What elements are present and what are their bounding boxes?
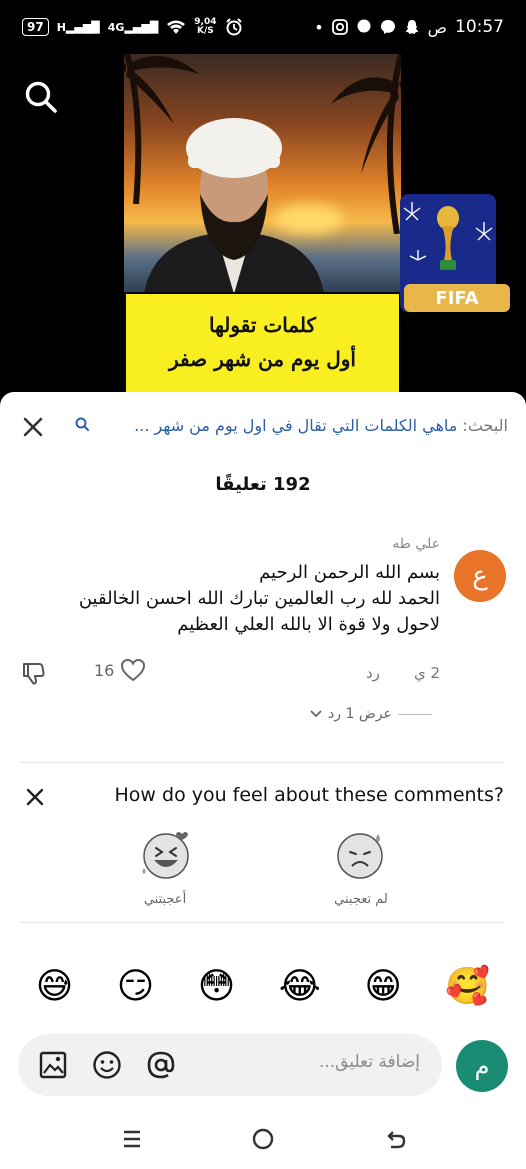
home-icon[interactable] (251, 1127, 275, 1151)
comment-text: بسم الله الرحمن الرحيم الحمد لله رب العا… (20, 560, 440, 638)
reply-button[interactable]: رد (366, 664, 380, 682)
comment-line: لاحول ولا قوة الا بالله العلي العظيم (177, 614, 440, 635)
feedback-option-label: لم تعجبني (334, 892, 388, 907)
quick-emoji[interactable]: 😅 (36, 962, 74, 1012)
cleric-portrait-image (144, 118, 324, 294)
notification-dot-icon: • (314, 17, 324, 37)
wifi-icon (167, 20, 186, 34)
feedback-option-label: أعجبتني (143, 892, 187, 907)
sad-face-icon (337, 833, 383, 879)
search-query-link[interactable]: البحث: ماهي الكلمات التي تقال في اول يوم… (134, 416, 508, 435)
alarm-icon (225, 18, 242, 36)
network-type-4g: 4G▂▄▆█ (107, 20, 159, 34)
quick-emoji[interactable]: 🥰 (445, 962, 490, 1012)
instagram-icon (331, 19, 348, 35)
comment-input[interactable]: إضافة تعليق... (18, 1034, 442, 1096)
like-count: 16 (94, 660, 115, 680)
comment-input-placeholder: إضافة تعليق... (318, 1052, 420, 1072)
feedback-option-dislike[interactable]: لم تعجبني (316, 828, 406, 907)
mention-icon[interactable] (146, 1050, 176, 1080)
chevron-down-icon (310, 710, 322, 718)
search-prefix-label: البحث: (462, 416, 508, 435)
status-bar: 97 H▂▄▆█ 4G▂▄▆█ 9,04 K/S • ص 10:57 (0, 0, 526, 54)
feedback-question: How do you feel about these comments? (114, 784, 504, 806)
recent-apps-icon[interactable] (120, 1127, 144, 1151)
palm-tree-right-image (331, 54, 401, 234)
comment-line: الحمد لله رب العالمين تبارك الله احسن ال… (78, 588, 440, 609)
replies-divider-line (397, 713, 432, 715)
video-player[interactable]: كلمات تقولها أول يوم من شهر صفر FIFA (0, 54, 526, 394)
caption-line-2: أول يوم من شهر صفر (169, 347, 356, 371)
caption-line-1: كلمات تقولها (208, 313, 316, 337)
comments-sheet: البحث: ماهي الكلمات التي تقال في اول يوم… (0, 392, 526, 1169)
search-suggestion-row[interactable]: البحث: ماهي الكلمات التي تقال في اول يوم… (0, 412, 526, 442)
clock-time: 10:57 (455, 17, 504, 37)
heart-icon (121, 658, 146, 682)
search-small-icon (75, 417, 89, 431)
quick-emoji[interactable]: 😂 (279, 962, 321, 1012)
messaging-app-icon (357, 19, 371, 33)
network-speed: 9,04 K/S (194, 17, 217, 36)
close-icon[interactable] (20, 414, 46, 440)
view-replies-label: عرض 1 رد (328, 706, 392, 722)
video-caption-overlay: كلمات تقولها أول يوم من شهر صفر (124, 292, 401, 394)
feedback-option-like[interactable]: أعجبتني (120, 828, 210, 907)
search-query-text[interactable]: ماهي الكلمات التي تقال في اول يوم من شهر… (134, 416, 457, 435)
quick-emoji-bar: 😅 😏 😳 😂 😁 🥰 (0, 962, 526, 1012)
quick-emoji[interactable]: 😳 (198, 962, 236, 1012)
user-avatar[interactable]: م (456, 1040, 508, 1092)
section-divider (20, 922, 504, 923)
fifa-label: FIFA (404, 284, 510, 312)
time-period: ص (427, 17, 447, 37)
snapchat-icon (405, 20, 419, 34)
avatar[interactable]: ع (454, 550, 506, 602)
emoji-picker-icon[interactable] (92, 1050, 122, 1080)
network-type-h: H▂▄▆█ (56, 20, 100, 34)
search-icon[interactable] (24, 80, 58, 114)
messenger-icon (380, 20, 395, 34)
feedback-close-icon[interactable] (24, 786, 46, 808)
comment-meta: 2 ي رد (366, 664, 440, 682)
view-replies-button[interactable]: عرض 1 رد (310, 706, 432, 722)
comments-count: 192 تعليقًا (215, 474, 311, 495)
comment-line: بسم الله الرحمن الرحيم (259, 562, 440, 583)
quick-emoji[interactable]: 😁 (364, 962, 402, 1012)
system-nav-bar (0, 1109, 526, 1169)
dislike-icon[interactable] (20, 660, 46, 686)
image-attach-icon[interactable] (38, 1050, 68, 1080)
video-thumbnail: كلمات تقولها أول يوم من شهر صفر (124, 54, 401, 394)
back-icon[interactable] (384, 1127, 408, 1151)
comment-author[interactable]: علي طه (392, 536, 440, 552)
like-button[interactable]: 16 (94, 658, 146, 682)
quick-emoji[interactable]: 😏 (117, 962, 155, 1012)
comment-time: 2 ي (413, 664, 440, 682)
section-divider (20, 762, 504, 763)
laughing-face-icon (142, 832, 189, 879)
battery-indicator: 97 (22, 18, 49, 36)
